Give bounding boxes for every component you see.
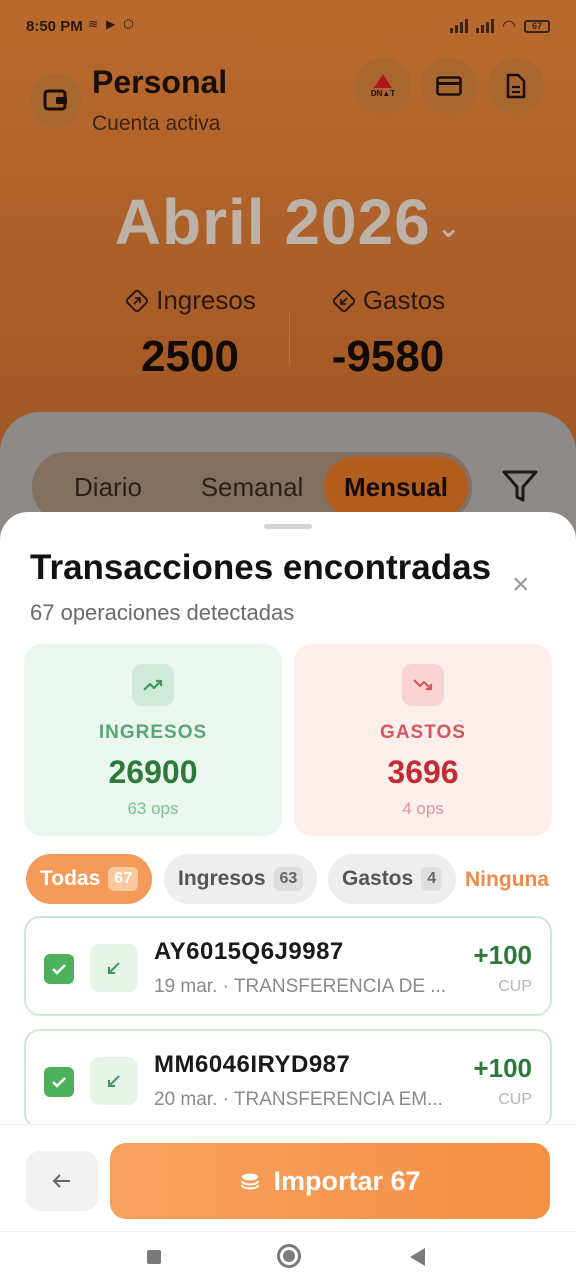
income-card: INGRESOS 26900 63 ops: [24, 644, 282, 836]
chip-ingresos-label: Ingresos: [178, 867, 266, 890]
chip-gastos-count: 4: [421, 867, 443, 891]
expense-card-label: GASTOS: [380, 722, 466, 743]
recents-button[interactable]: [147, 1250, 161, 1264]
transaction-amount: +100: [473, 940, 532, 970]
wifi-icon: ◠: [502, 18, 516, 35]
document-icon: [506, 73, 526, 99]
import-button-label: Importar 67: [273, 1165, 421, 1196]
filter-icon[interactable]: [500, 466, 540, 506]
transaction-row[interactable]: MM6046IRYD987 20 mar. · TRANSFERENCIA EM…: [24, 1029, 552, 1129]
home-button[interactable]: [277, 1244, 301, 1268]
status-bar: 8:50 PM ≋ ▶ ⬡ ◠ 67: [0, 0, 576, 54]
status-notification-icons: ≋ ▶ ⬡: [88, 17, 134, 31]
tab-semanal[interactable]: Semanal: [180, 457, 324, 517]
credit-card-icon: [436, 76, 462, 96]
transaction-currency: CUP: [498, 978, 532, 995]
wallet-icon[interactable]: [30, 74, 82, 126]
tab-diario[interactable]: Diario: [36, 457, 180, 517]
play-icon: ▶: [106, 17, 116, 31]
check-icon: [52, 964, 66, 975]
chip-todas-count: 67: [108, 867, 139, 891]
income-card-label: INGRESOS: [98, 722, 208, 743]
chip-todas-label: Todas: [40, 867, 101, 890]
chip-ingresos[interactable]: Ingresos 63: [164, 854, 318, 904]
chip-gastos-label: Gastos: [342, 867, 414, 890]
expense-summary: Gastos -9580: [278, 285, 498, 382]
sheet-title: Transacciones encontradas: [30, 548, 492, 587]
chip-gastos[interactable]: Gastos 4: [328, 854, 457, 904]
checkbox-checked[interactable]: [44, 954, 74, 984]
sheet-drag-handle[interactable]: [264, 524, 312, 529]
select-none-button[interactable]: Ninguna: [465, 868, 549, 892]
expense-summary-label: Gastos: [362, 285, 446, 315]
import-button[interactable]: Importar 67: [110, 1143, 550, 1219]
import-stack-icon: [241, 1173, 260, 1190]
income-icon: [126, 289, 149, 312]
transaction-ref: MM6046IRYD987: [154, 1051, 351, 1078]
expense-card: GASTOS 3696 4 ops: [294, 644, 552, 836]
document-button[interactable]: [488, 58, 544, 114]
transaction-description: 20 mar. · TRANSFERENCIA EM...: [154, 1089, 443, 1110]
check-icon: [52, 1077, 66, 1088]
battery-icon: 67: [524, 19, 550, 33]
close-icon[interactable]: ×: [512, 570, 530, 600]
transaction-amount: +100: [473, 1053, 532, 1083]
transaction-currency: CUP: [498, 1091, 532, 1108]
status-system-icons: ◠ 67: [450, 16, 550, 36]
back-button[interactable]: [26, 1151, 98, 1211]
income-summary: Ingresos 2500: [80, 285, 300, 382]
chevron-down-icon: ⌄: [436, 211, 462, 243]
arrow-down-left-icon: [90, 1057, 138, 1105]
checkbox-checked[interactable]: [44, 1067, 74, 1097]
tab-mensual[interactable]: Mensual: [324, 457, 468, 517]
expense-card-value: 3696: [387, 754, 459, 790]
signal-icon-2: [476, 19, 495, 33]
transactions-sheet: Transacciones encontradas × 67 operacion…: [0, 512, 576, 1280]
account-name[interactable]: Personal: [92, 64, 227, 101]
account-header: Personal Cuenta activa DN▲T: [0, 56, 576, 146]
chip-todas[interactable]: Todas 67: [26, 854, 153, 904]
dnat-label: DN▲T: [370, 89, 396, 98]
account-status: Cuenta activa: [92, 112, 221, 135]
status-time: 8:50 PM: [26, 18, 83, 35]
income-summary-label: Ingresos: [156, 285, 256, 315]
expense-icon: [332, 289, 355, 312]
system-navigation-bar: [0, 1231, 576, 1280]
dnat-logo-icon: [373, 74, 392, 88]
action-bar: Importar 67: [0, 1124, 576, 1280]
month-label: Abril 2026: [114, 186, 431, 258]
month-selector[interactable]: Abril 2026 ⌄: [0, 185, 576, 259]
income-summary-value: 2500: [141, 332, 239, 381]
transaction-ref: AY6015Q6J9987: [154, 938, 344, 965]
hotspot-icon: ≋: [88, 17, 99, 31]
arrow-down-left-icon: [90, 944, 138, 992]
income-card-value: 26900: [108, 754, 198, 790]
transaction-row[interactable]: AY6015Q6J9987 19 mar. · TRANSFERENCIA DE…: [24, 916, 552, 1016]
trending-up-icon: [132, 664, 174, 706]
expense-summary-value: -9580: [331, 332, 445, 381]
dnat-button[interactable]: DN▲T: [355, 58, 411, 114]
expense-card-ops: 4 ops: [402, 799, 444, 818]
transaction-description: 19 mar. · TRANSFERENCIA DE ...: [154, 976, 447, 997]
arrow-left-icon: [52, 1174, 70, 1188]
app-notification-icon: ⬡: [123, 17, 134, 31]
signal-icon: [450, 19, 469, 33]
chip-ingresos-count: 63: [273, 867, 304, 891]
income-card-ops: 63 ops: [127, 799, 179, 818]
sheet-subtitle: 67 operaciones detectadas: [30, 600, 295, 625]
card-button[interactable]: [421, 58, 477, 114]
trending-down-icon: [402, 664, 444, 706]
system-back-button[interactable]: [410, 1248, 425, 1266]
